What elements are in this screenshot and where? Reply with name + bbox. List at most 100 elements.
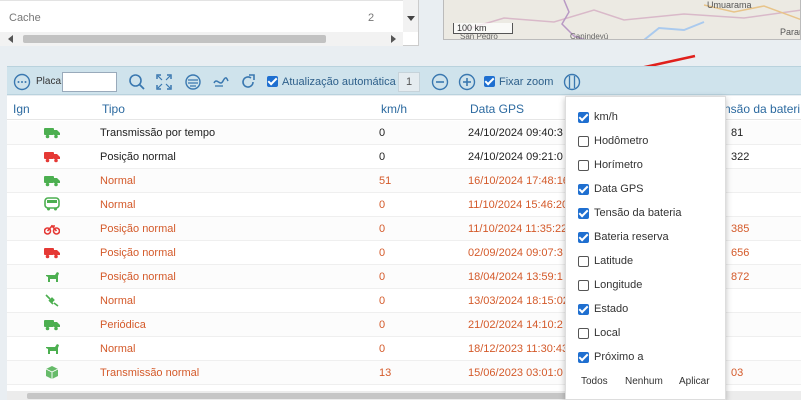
column-option[interactable]: Próximo a: [578, 349, 644, 365]
fit-bounds-icon[interactable]: [155, 73, 173, 91]
fix-zoom-checkbox[interactable]: [484, 76, 495, 87]
scroll-left-icon[interactable]: [8, 35, 13, 43]
select-none-button[interactable]: Nenhum: [625, 376, 663, 387]
toolbar: Placa: Atualização automática 1 Fixar zo…: [7, 66, 801, 95]
select-all-button[interactable]: Todos: [581, 376, 608, 387]
box-icon: [44, 365, 60, 379]
row-tipo: Normal: [100, 295, 136, 307]
column-header-data-gps[interactable]: Data GPS: [470, 102, 524, 116]
column-header-tipo[interactable]: Tipo: [102, 102, 125, 116]
auto-update-label: Atualização automática: [282, 75, 396, 88]
column-option[interactable]: Bateria reserva: [578, 229, 669, 245]
column-option-label: Tensão da bateria: [594, 207, 682, 219]
row-kmh: 51: [379, 175, 392, 187]
column-checkbox[interactable]: [578, 231, 589, 243]
cache-panel: Cache 2: [0, 0, 419, 46]
layers-icon[interactable]: [184, 73, 202, 91]
column-option-label: Bateria reserva: [594, 231, 669, 243]
zoom-out-icon[interactable]: [431, 73, 449, 91]
row-tipo: Periódica: [100, 319, 146, 331]
auto-update-toggle[interactable]: Atualização automática: [267, 67, 396, 96]
row-kmh: 0: [379, 295, 386, 307]
column-checkbox[interactable]: [578, 183, 589, 195]
search-icon[interactable]: [128, 73, 146, 91]
row-bateria: 656: [731, 247, 750, 259]
column-header-ign[interactable]: Ign: [13, 102, 30, 116]
row-tipo: Transmissão normal: [100, 367, 200, 379]
cache-row[interactable]: Cache 2: [0, 0, 403, 32]
row-tipo: Posição normal: [100, 271, 176, 283]
column-checkbox[interactable]: [578, 111, 589, 123]
columns-icon[interactable]: [563, 73, 581, 91]
column-option[interactable]: Tensão da bateria: [578, 205, 681, 221]
column-option-label: Latitude: [594, 255, 634, 267]
row-bateria: 03: [731, 367, 744, 379]
column-option[interactable]: Hodômetro: [578, 133, 648, 149]
row-kmh: 0: [379, 271, 386, 283]
dog-icon: [44, 269, 60, 283]
column-option-label: Próximo a: [594, 351, 644, 363]
horizontal-scrollbar[interactable]: [0, 32, 403, 46]
more-button[interactable]: [13, 67, 31, 96]
column-header-bateria[interactable]: nsão da bateri: [724, 102, 800, 116]
map-view[interactable]: 100 km Umuarama Paran San Pedro Canindey…: [443, 0, 801, 40]
scroll-down-icon[interactable]: [407, 16, 415, 21]
row-bateria: 872: [731, 271, 750, 283]
row-data-gps: 24/10/2024 09:21:0: [468, 151, 563, 163]
column-checkbox[interactable]: [578, 255, 589, 267]
column-checkbox[interactable]: [578, 135, 589, 147]
vertical-scrollbar[interactable]: [403, 0, 418, 32]
routes-icon[interactable]: [212, 73, 230, 91]
column-header-kmh[interactable]: km/h: [381, 102, 407, 116]
row-tipo: Normal: [100, 199, 136, 211]
row-kmh: 0: [379, 199, 386, 211]
row-tipo: Posição normal: [100, 247, 176, 259]
column-option[interactable]: Latitude: [578, 253, 633, 269]
column-option[interactable]: km/h: [578, 109, 618, 125]
zoom-in-icon[interactable]: [458, 73, 476, 91]
more-options-icon[interactable]: [13, 73, 31, 91]
row-kmh: 0: [379, 247, 386, 259]
row-data-gps: 18/12/2023 11:30:43: [468, 343, 569, 355]
row-tipo: Posição normal: [100, 223, 176, 235]
row-tipo: Transmissão por tempo: [100, 127, 216, 139]
column-option[interactable]: Horímetro: [578, 157, 643, 173]
column-option[interactable]: Data GPS: [578, 181, 644, 197]
row-kmh: 13: [379, 367, 392, 379]
column-checkbox[interactable]: [578, 159, 589, 171]
refresh-icon[interactable]: [239, 73, 257, 91]
column-option[interactable]: Local: [578, 325, 620, 341]
map-city-label: Paran: [780, 27, 800, 37]
column-option[interactable]: Estado: [578, 301, 628, 317]
scrollbar-thumb[interactable]: [23, 35, 326, 43]
column-checkbox[interactable]: [578, 303, 589, 315]
column-option-label: Horímetro: [594, 159, 643, 171]
column-checkbox[interactable]: [578, 351, 589, 363]
map-city-label: Canindeyú: [570, 32, 609, 40]
column-option-label: Local: [594, 327, 621, 339]
truck-icon: [44, 245, 60, 259]
column-option-label: Hodômetro: [594, 135, 649, 147]
row-tipo: Posição normal: [100, 151, 176, 163]
scrollbar-thumb[interactable]: [27, 393, 567, 399]
truck-icon: [44, 317, 60, 331]
row-kmh: 0: [379, 127, 386, 139]
column-checkbox[interactable]: [578, 207, 589, 219]
row-tipo: Normal: [100, 343, 136, 355]
update-interval-field[interactable]: 1: [398, 71, 420, 92]
column-option[interactable]: Longitude: [578, 277, 642, 293]
column-checkbox[interactable]: [578, 279, 589, 291]
apply-button[interactable]: Aplicar: [679, 376, 710, 387]
row-kmh: 0: [379, 343, 386, 355]
scroll-right-icon[interactable]: [391, 35, 396, 43]
fix-zoom-toggle[interactable]: Fixar zoom: [484, 67, 553, 96]
popup-actions: Todos Nenhum Aplicar: [566, 376, 727, 392]
column-checkbox[interactable]: [578, 327, 589, 339]
auto-update-checkbox[interactable]: [267, 76, 278, 87]
truck-icon: [44, 149, 60, 163]
row-data-gps: 15/06/2023 03:01:0: [468, 367, 563, 379]
placa-input[interactable]: [62, 71, 117, 92]
row-data-gps: 13/03/2024 18:15:02: [468, 295, 569, 307]
fix-zoom-label: Fixar zoom: [499, 75, 554, 88]
map-city-label: Umuarama: [707, 0, 752, 10]
